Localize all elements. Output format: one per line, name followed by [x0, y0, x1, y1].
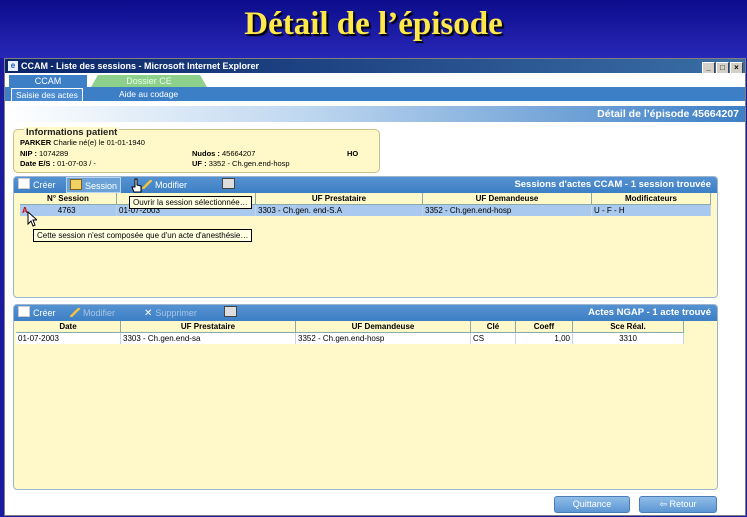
sessions-header-row: N° Session UF Prestataire UF Demandeuse …	[20, 193, 711, 205]
browser-window: e CCAM - Liste des sessions - Microsoft I…	[4, 58, 746, 516]
tab-ccam[interactable]: CCAM	[9, 75, 87, 87]
subtab-saisie-actes[interactable]: Saisie des actes	[11, 88, 83, 102]
ho-label: HO	[347, 149, 359, 158]
episode-detail-bar: Détail de l’épisode 45664207	[5, 106, 745, 122]
nip-value: 1074289	[39, 149, 69, 158]
printer-icon	[222, 178, 235, 189]
open-session-button[interactable]: Session	[66, 177, 122, 193]
col-uf-prestataire[interactable]: UF Prestataire	[120, 321, 296, 333]
ngap-uf-demandeuse: 3352 - Ch.gen.end-hosp	[295, 332, 471, 344]
ngap-date: 01-07-2003	[16, 332, 121, 344]
nip-label: NIP :	[20, 149, 37, 158]
new-document-icon	[18, 306, 30, 317]
hand-cursor-icon	[131, 178, 142, 193]
printer-icon	[224, 306, 237, 317]
delete-ngap-button[interactable]: ✕ Supprimer	[144, 305, 197, 321]
col-date[interactable]: Date	[16, 321, 121, 333]
pencil-icon	[142, 180, 152, 189]
modify-ngap-button[interactable]: Modifier	[70, 305, 115, 321]
quittance-button[interactable]: Quittance	[554, 496, 630, 513]
session-number: 4763	[57, 206, 76, 215]
ngap-cle: CS	[470, 332, 516, 344]
slide-title: Détail de l’épisode	[244, 6, 503, 42]
slide-title-banner: Détail de l’épisode	[0, 0, 747, 58]
table-row[interactable]: A 4763 01-07-2003 3303 - Ch.gen. end-S.A …	[20, 204, 711, 216]
col-modificateurs[interactable]: Modificateurs	[591, 193, 711, 205]
ngap-header-row: Date UF Prestataire UF Demandeuse Clé Co…	[16, 321, 684, 333]
ngap-toolbar: Créer Modifier ✕ Supprimer Actes NGAP - 1…	[14, 305, 717, 321]
new-document-icon	[18, 178, 30, 189]
sessions-panel-title: Sessions d'actes CCAM - 1 session trouvé…	[514, 179, 711, 190]
col-uf-prestataire[interactable]: UF Prestataire	[255, 193, 423, 205]
ngap-panel-title: Actes NGAP - 1 acte trouvé	[588, 307, 711, 318]
create-session-button[interactable]: Créer	[18, 177, 56, 193]
uf-label: UF :	[192, 159, 207, 168]
main-tabs: CCAM Dossier CE	[5, 73, 745, 87]
subtab-aide-codage[interactable]: Aide au codage	[115, 88, 182, 100]
dates-value: 01-07-03 / -	[57, 159, 96, 168]
patient-name-value: Charlie né(e) le 01-01-1940	[53, 138, 145, 147]
back-arrow-icon: ⇦	[659, 499, 670, 509]
session-uf-prestataire: 3303 - Ch.gen. end-S.A	[255, 204, 423, 216]
patient-name-label: PARKER	[20, 138, 52, 147]
print-ngap-button[interactable]	[224, 305, 240, 321]
ngap-sce: 3310	[572, 332, 684, 344]
create-ngap-button[interactable]: Créer	[18, 305, 56, 321]
col-session[interactable]: N° Session	[20, 193, 117, 205]
retour-button[interactable]: ⇦ Retour	[639, 496, 717, 513]
patient-info-title: Informations patient	[24, 127, 120, 138]
window-titlebar: e CCAM - Liste des sessions - Microsoft I…	[5, 59, 745, 74]
col-sce-real[interactable]: Sce Réal.	[572, 321, 684, 333]
ie-icon: e	[8, 61, 18, 71]
nudos-label: Nudos :	[192, 149, 220, 158]
open-session-tooltip: Ouvrir la session sélectionnée…	[129, 196, 252, 209]
window-controls: _ □ ×	[701, 60, 743, 74]
ngap-uf-prestataire: 3303 - Ch.gen.end-sa	[120, 332, 296, 344]
col-cle[interactable]: Clé	[470, 321, 516, 333]
table-row[interactable]: 01-07-2003 3303 - Ch.gen.end-sa 3352 - C…	[16, 332, 684, 344]
tab-dossier-ce[interactable]: Dossier CE	[91, 75, 207, 87]
ngap-panel: Créer Modifier ✕ Supprimer Actes NGAP - 1…	[13, 304, 718, 490]
print-sessions-button[interactable]	[222, 177, 238, 193]
delete-cross-icon: ✕	[144, 308, 153, 319]
nudos-value: 45664207	[222, 149, 256, 158]
col-uf-demandeuse[interactable]: UF Demandeuse	[422, 193, 592, 205]
pencil-icon	[70, 308, 80, 317]
session-modificateurs: U - F - H	[591, 204, 711, 216]
ngap-table: Date UF Prestataire UF Demandeuse Clé Co…	[16, 321, 684, 344]
session-uf-demandeuse: 3352 - Ch.gen.end-hosp	[422, 204, 592, 216]
anesthesia-tooltip: Cette session n'est composée que d'un ac…	[33, 229, 253, 242]
col-coeff[interactable]: Coeff	[515, 321, 573, 333]
patient-info-box: Informations patient PARKER Charlie né(e…	[13, 127, 380, 173]
modify-session-button[interactable]: Modifier	[142, 177, 187, 193]
arrow-cursor-icon	[27, 211, 37, 227]
folder-icon	[70, 179, 82, 190]
sub-tabs: Saisie des actes Aide au codage	[5, 87, 745, 102]
dates-label: Date E/S :	[20, 159, 56, 168]
sessions-toolbar: Créer Session Modifier Sessions d'actes …	[14, 177, 717, 193]
uf-value: 3352 - Ch.gen.end-hosp	[208, 159, 290, 168]
sessions-table: N° Session UF Prestataire UF Demandeuse …	[20, 193, 711, 216]
col-uf-demandeuse[interactable]: UF Demandeuse	[295, 321, 471, 333]
ngap-coeff: 1,00	[515, 332, 573, 344]
window-title: CCAM - Liste des sessions - Microsoft In…	[21, 61, 260, 71]
